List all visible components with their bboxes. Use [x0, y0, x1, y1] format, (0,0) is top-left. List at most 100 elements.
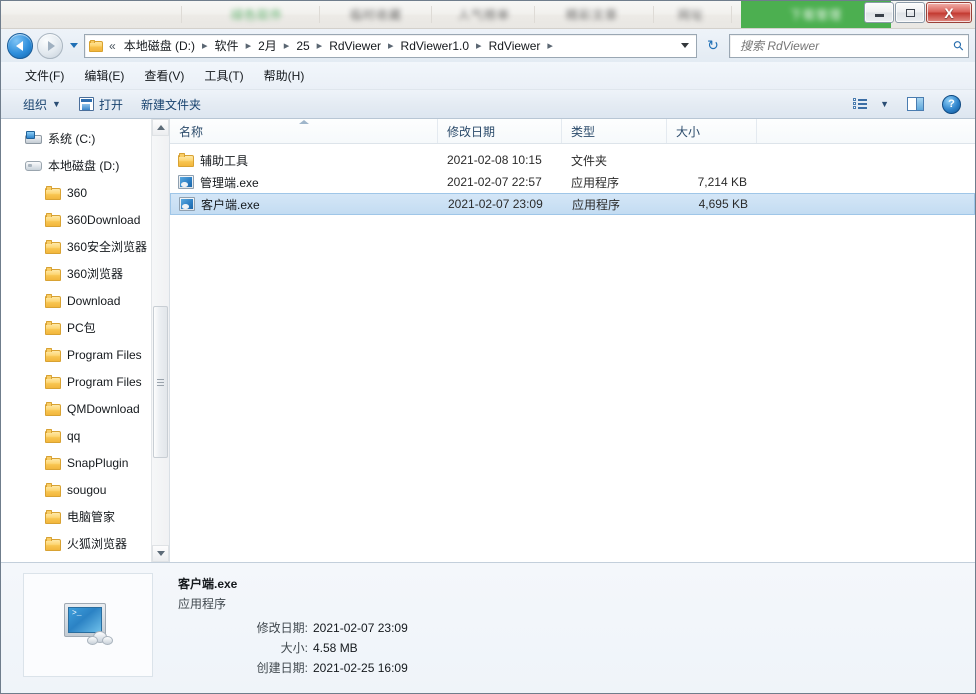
forward-button[interactable] [37, 32, 63, 59]
nav-tree-item-2[interactable]: 360 [1, 179, 169, 206]
table-row[interactable]: 客户端.exe 2021-02-07 23:09 应用程序 4,695 KB [170, 193, 975, 215]
explorer-body: 系统 (C:) 本地磁盘 (D:) 360 360Download 360安全浏览器 36… [1, 119, 975, 562]
breadcrumb-item-0[interactable]: 本地磁盘 (D:) [121, 36, 198, 56]
breadcrumb-chevron-icon[interactable]: ▸ [543, 36, 557, 56]
nav-scrollbar[interactable] [151, 119, 169, 562]
help-button[interactable]: ? [934, 92, 969, 117]
menu-item-file[interactable]: 文件(F) [15, 64, 74, 87]
breadcrumb-chevron-icon[interactable]: ▸ [242, 36, 256, 56]
minimize-button[interactable] [864, 2, 894, 23]
open-icon [78, 97, 94, 111]
nav-tree-item-9[interactable]: Program Files [1, 368, 169, 395]
breadcrumb-item-6[interactable]: RdViewer [486, 36, 544, 56]
search-box[interactable]: ⚲ [729, 33, 969, 58]
nav-tree-item-16[interactable]: 美图秀秀 [1, 557, 169, 562]
menu-item-view[interactable]: 查看(V) [134, 64, 194, 87]
maximize-button[interactable] [895, 2, 925, 23]
open-button[interactable]: 打开 [71, 93, 131, 116]
preview-pane-button[interactable] [899, 94, 932, 114]
breadcrumb-item-1[interactable]: 软件 [212, 36, 242, 56]
column-header-type-label: 类型 [571, 124, 596, 139]
drive-icon [25, 158, 42, 173]
breadcrumb-item-3[interactable]: 25 [293, 36, 312, 56]
title-bar: 绿色软件 临时收藏 人气榜单 精彩文章 网址 下载管理 X [1, 1, 975, 29]
nav-tree-item-5[interactable]: 360浏览器 [1, 260, 169, 287]
scroll-thumb[interactable] [153, 306, 168, 458]
nav-tree-item-11[interactable]: qq [1, 422, 169, 449]
scroll-down-button[interactable] [152, 545, 169, 562]
forward-arrow-icon [47, 40, 55, 51]
breadcrumb-item-4[interactable]: RdViewer [326, 36, 384, 56]
nav-tree-item-12[interactable]: SnapPlugin [1, 449, 169, 476]
nav-tree-item-15[interactable]: 火狐浏览器 [1, 530, 169, 557]
menu-item-tools[interactable]: 工具(T) [194, 64, 253, 87]
address-dropdown-button[interactable] [674, 35, 696, 57]
file-type-cell: 应用程序 [572, 197, 621, 212]
title-bar-tab-1[interactable]: 临时收藏 [331, 1, 421, 28]
close-button[interactable]: X [926, 2, 972, 23]
details-field-created-value: 2021-02-25 16:09 [313, 661, 408, 675]
breadcrumb-chevron-icon[interactable]: ▸ [384, 36, 398, 56]
nav-tree-item-6[interactable]: Download [1, 287, 169, 314]
file-name-label: 客户端.exe [201, 197, 260, 212]
preview-thumbnail [23, 573, 153, 677]
window-controls: X [864, 2, 972, 23]
minimize-icon [874, 14, 884, 17]
details-field-created: 创建日期: 2021-02-25 16:09 [178, 658, 975, 678]
chevron-down-icon [681, 43, 689, 48]
breadcrumb-bar[interactable]: « 本地磁盘 (D:) ▸ 软件 ▸ 2月 ▸ 25 ▸ RdViewer ▸ … [84, 33, 697, 58]
folder-icon [45, 347, 61, 362]
organize-button[interactable]: 组织 ▼ [15, 93, 69, 116]
nav-tree-item-1[interactable]: 本地磁盘 (D:) [1, 152, 169, 179]
menu-item-help[interactable]: 帮助(H) [254, 64, 315, 87]
column-header-size[interactable]: 大小 [667, 119, 757, 143]
breadcrumb-chevron-icon[interactable]: ▸ [280, 36, 294, 56]
nav-tree-item-8[interactable]: Program Files [1, 341, 169, 368]
refresh-button[interactable]: ↻ [701, 35, 725, 57]
table-row[interactable]: 管理端.exe 2021-02-07 22:57 应用程序 7,214 KB [170, 171, 975, 193]
title-bar-tab-label: 绿色软件 [230, 8, 283, 22]
breadcrumb-item-2[interactable]: 2月 [255, 36, 280, 56]
chevron-down-icon: ▼ [52, 99, 61, 109]
menu-bar: 文件(F) 编辑(E) 查看(V) 工具(T) 帮助(H) [1, 62, 975, 90]
title-bar-tab-2[interactable]: 人气榜单 [441, 1, 527, 28]
back-button[interactable] [7, 32, 33, 59]
nav-tree-item-13[interactable]: sougou [1, 476, 169, 503]
new-folder-button[interactable]: 新建文件夹 [133, 93, 209, 116]
column-header-date[interactable]: 修改日期 [438, 119, 562, 143]
nav-tree-item-7[interactable]: PC包 [1, 314, 169, 341]
cloud-icon [87, 631, 113, 645]
nav-tree-item-3[interactable]: 360Download [1, 206, 169, 233]
nav-tree-item-label: 360安全浏览器 [67, 240, 148, 254]
column-header-name[interactable]: 名称 [170, 119, 438, 143]
breadcrumb-overflow[interactable]: « [106, 36, 121, 56]
preview-pane-icon [907, 97, 924, 111]
breadcrumb-chevron-icon[interactable]: ▸ [198, 36, 212, 56]
title-bar-tab-4[interactable]: 网址 [666, 1, 716, 28]
nav-tree-item-label: 360Download [67, 212, 141, 227]
list-view-icon [853, 97, 868, 111]
chevron-up-icon [156, 125, 165, 130]
menu-item-edit[interactable]: 编辑(E) [74, 64, 134, 87]
title-bar-redacted-tabs: 绿色软件 临时收藏 人气榜单 精彩文章 网址 下载管理 [1, 1, 975, 28]
change-view-button[interactable] [845, 95, 876, 114]
title-bar-tab-3[interactable]: 精彩文章 [546, 1, 638, 28]
breadcrumb-chevron-icon[interactable]: ▸ [472, 36, 486, 56]
file-date-cell: 2021-02-07 23:09 [448, 197, 543, 211]
scroll-up-button[interactable] [152, 119, 169, 136]
column-header-name-label: 名称 [179, 124, 204, 139]
folder-icon [45, 320, 61, 335]
nav-tree-item-4[interactable]: 360安全浏览器 [1, 233, 169, 260]
breadcrumb-chevron-icon[interactable]: ▸ [313, 36, 327, 56]
nav-tree-item-0[interactable]: 系统 (C:) [1, 125, 169, 152]
recent-locations-button[interactable] [67, 34, 80, 58]
nav-tree-item-14[interactable]: 电脑管家 [1, 503, 169, 530]
search-input[interactable] [738, 37, 955, 54]
column-header-type[interactable]: 类型 [562, 119, 667, 143]
table-row[interactable]: 辅助工具 2021-02-08 10:15 文件夹 [170, 149, 975, 171]
breadcrumb-item-5[interactable]: RdViewer1.0 [398, 36, 472, 56]
title-bar-tab-0[interactable]: 绿色软件 [209, 1, 305, 28]
view-dropdown-button[interactable]: ▼ [878, 96, 897, 112]
nav-tree-item-label: Program Files [67, 347, 142, 362]
nav-tree-item-10[interactable]: QMDownload [1, 395, 169, 422]
